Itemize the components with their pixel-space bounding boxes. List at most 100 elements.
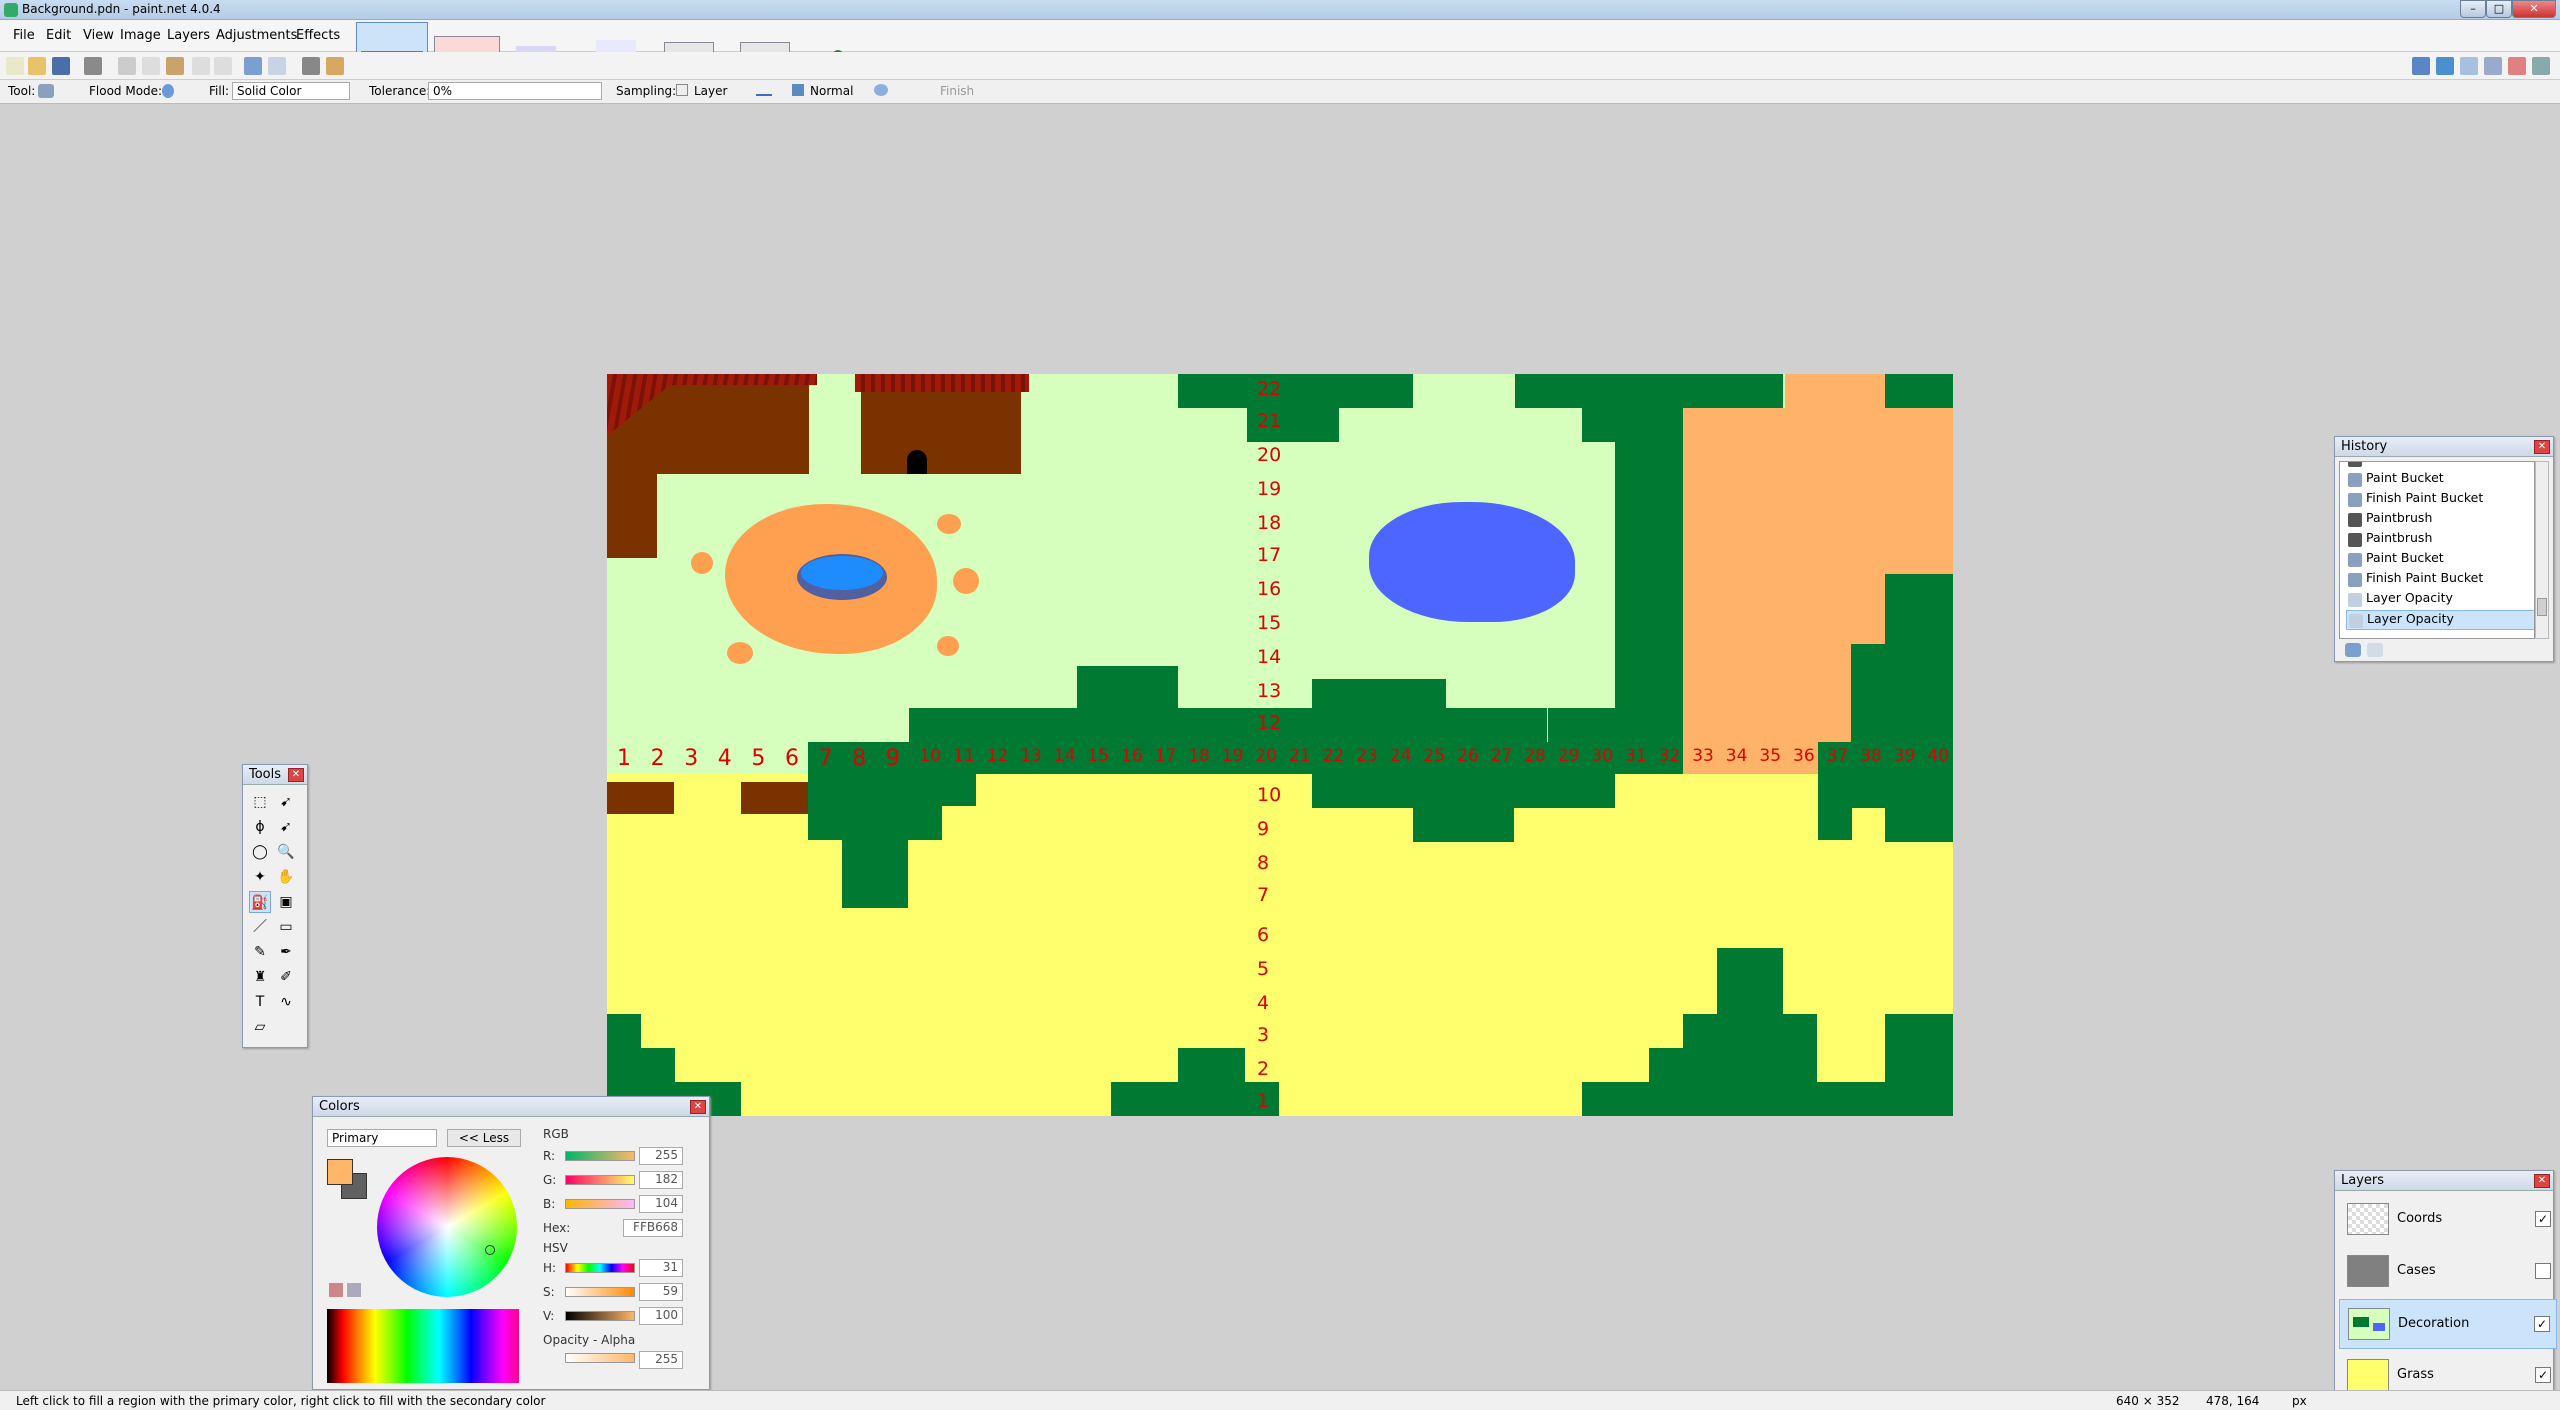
menu-view[interactable]: View: [83, 28, 114, 43]
cut-icon[interactable]: [118, 57, 136, 75]
green-slider[interactable]: [565, 1175, 635, 1185]
hue-value-input[interactable]: 31: [639, 1259, 683, 1277]
green-value-input[interactable]: 182: [639, 1171, 683, 1189]
menu-layers[interactable]: Layers: [167, 28, 210, 43]
color-mode-select[interactable]: Primary: [327, 1129, 437, 1147]
layers-panel-close-button[interactable]: ✕: [2534, 1174, 2550, 1188]
layers-window-icon[interactable]: [2484, 57, 2502, 75]
layer-visibility-checkbox[interactable]: ✓: [2535, 1367, 2551, 1383]
shapes-icon[interactable]: ▱: [249, 1016, 271, 1038]
history-panel-close-button[interactable]: ✕: [2534, 440, 2550, 454]
layer-item-decoration[interactable]: Decoration ✓: [2339, 1299, 2557, 1349]
eraser-icon[interactable]: ▭: [275, 916, 297, 938]
ellipse-select-icon[interactable]: ◯: [249, 841, 271, 863]
menu-image[interactable]: Image: [120, 28, 161, 43]
hex-value-input[interactable]: FFB668: [623, 1219, 683, 1237]
color-wheel[interactable]: [377, 1157, 517, 1297]
redo-icon[interactable]: [268, 57, 286, 75]
units-select[interactable]: px: [2292, 1394, 2307, 1408]
history-item[interactable]: Layer Opacity: [2346, 610, 2534, 630]
menu-edit[interactable]: Edit: [46, 28, 71, 43]
blend-mode-select[interactable]: Normal: [810, 84, 853, 98]
history-scrollbar[interactable]: [2535, 461, 2549, 639]
gradient-icon[interactable]: ▣: [275, 891, 297, 913]
layer-visibility-checkbox[interactable]: ✓: [2534, 1316, 2550, 1332]
move-selected-icon[interactable]: ➹: [275, 816, 297, 838]
copy-icon[interactable]: [142, 57, 160, 75]
selection-mode-icon[interactable]: [874, 84, 888, 96]
history-window-icon[interactable]: [2460, 57, 2478, 75]
zoom-icon[interactable]: [2412, 57, 2430, 75]
close-button[interactable]: ✕: [2512, 0, 2556, 18]
red-value-input[interactable]: 255: [639, 1147, 683, 1165]
pencil-icon[interactable]: ✎: [249, 941, 271, 963]
move-selection-icon[interactable]: ➹: [275, 791, 297, 813]
history-undo-icon[interactable]: [2345, 643, 2361, 657]
recolor-icon[interactable]: ✐: [275, 966, 297, 988]
finish-button[interactable]: Finish: [940, 84, 974, 98]
paintbrush-icon[interactable]: ／: [249, 916, 271, 938]
sampling-select[interactable]: Layer: [694, 84, 727, 98]
new-icon[interactable]: [6, 57, 24, 75]
crop-icon[interactable]: [192, 57, 210, 75]
antialias-icon[interactable]: [756, 84, 772, 96]
grid-icon[interactable]: [302, 57, 320, 75]
history-redo-icon[interactable]: [2367, 643, 2383, 657]
blend-mode-icon[interactable]: [792, 84, 804, 96]
rulers-icon[interactable]: [326, 57, 344, 75]
history-item[interactable]: Paintbrush: [2346, 530, 2534, 550]
open-icon[interactable]: [28, 57, 46, 75]
history-item[interactable]: Finish Paint Bucket: [2346, 490, 2534, 510]
palette-icon[interactable]: [329, 1283, 343, 1297]
print-icon[interactable]: [84, 57, 102, 75]
history-item[interactable]: Finish Paint Bucket: [2346, 570, 2534, 590]
magic-wand-icon[interactable]: ✦: [249, 866, 271, 888]
deselect-icon[interactable]: [214, 57, 232, 75]
menu-adjustments[interactable]: Adjustments: [216, 28, 297, 43]
tools-window-icon[interactable]: [2436, 57, 2454, 75]
value-value-input[interactable]: 100: [639, 1307, 683, 1325]
tolerance-slider[interactable]: 0%: [428, 82, 602, 100]
history-item[interactable]: Paintbrush: [2346, 462, 2534, 470]
layer-visibility-checkbox[interactable]: [2535, 1263, 2551, 1279]
zoom-icon[interactable]: 🔍: [275, 841, 297, 863]
color-picker-icon[interactable]: ✒: [275, 941, 297, 963]
history-item[interactable]: Layer Opacity: [2346, 590, 2534, 610]
menu-effects[interactable]: Effects: [296, 28, 340, 43]
saturation-slider[interactable]: [565, 1287, 635, 1297]
tools-panel-close-button[interactable]: ✕: [288, 768, 304, 782]
less-button[interactable]: << Less: [447, 1129, 521, 1147]
pan-icon[interactable]: ✋: [275, 866, 297, 888]
lasso-select-icon[interactable]: ϕ: [249, 816, 271, 838]
maximize-button[interactable]: □: [2486, 0, 2512, 18]
line-curve-icon[interactable]: ∿: [275, 991, 297, 1013]
saturation-value-input[interactable]: 59: [639, 1283, 683, 1301]
alpha-slider[interactable]: [565, 1353, 635, 1363]
flood-mode-icon[interactable]: [162, 84, 174, 98]
rectangle-select-icon[interactable]: ⬚: [249, 791, 271, 813]
layer-item-cases[interactable]: Cases: [2339, 1247, 2557, 1297]
colors-window-icon[interactable]: [2508, 57, 2526, 75]
text-icon[interactable]: T: [249, 991, 271, 1013]
settings-icon[interactable]: [2532, 57, 2550, 75]
hue-slider[interactable]: [565, 1263, 635, 1273]
history-item[interactable]: Paintbrush: [2346, 510, 2534, 530]
color-wheel-marker[interactable]: [485, 1245, 495, 1255]
value-slider[interactable]: [565, 1311, 635, 1321]
primary-color-swatch[interactable]: [327, 1159, 353, 1185]
undo-icon[interactable]: [244, 57, 262, 75]
history-item[interactable]: Paint Bucket: [2346, 550, 2534, 570]
palette-swatches[interactable]: [327, 1309, 519, 1383]
image-canvas[interactable]: 1 2 3 4 5 6 7 8 9 10 11 12 13 14 15 16 17 18 19 20 21 22 23 24 2…: [607, 374, 1953, 1116]
palette-menu-icon[interactable]: [347, 1283, 361, 1297]
history-item[interactable]: Paint Bucket: [2346, 470, 2534, 490]
menu-file[interactable]: File: [13, 28, 35, 43]
layer-item-coords[interactable]: Coords ✓: [2339, 1195, 2557, 1245]
minimize-button[interactable]: –: [2460, 0, 2486, 18]
paint-bucket-icon[interactable]: [38, 84, 54, 98]
fill-select[interactable]: Solid Color: [232, 82, 350, 100]
blue-slider[interactable]: [565, 1199, 635, 1209]
paint-bucket-icon[interactable]: ⛽: [249, 891, 271, 913]
layer-visibility-checkbox[interactable]: ✓: [2535, 1211, 2551, 1227]
clone-stamp-icon[interactable]: ♜: [249, 966, 271, 988]
